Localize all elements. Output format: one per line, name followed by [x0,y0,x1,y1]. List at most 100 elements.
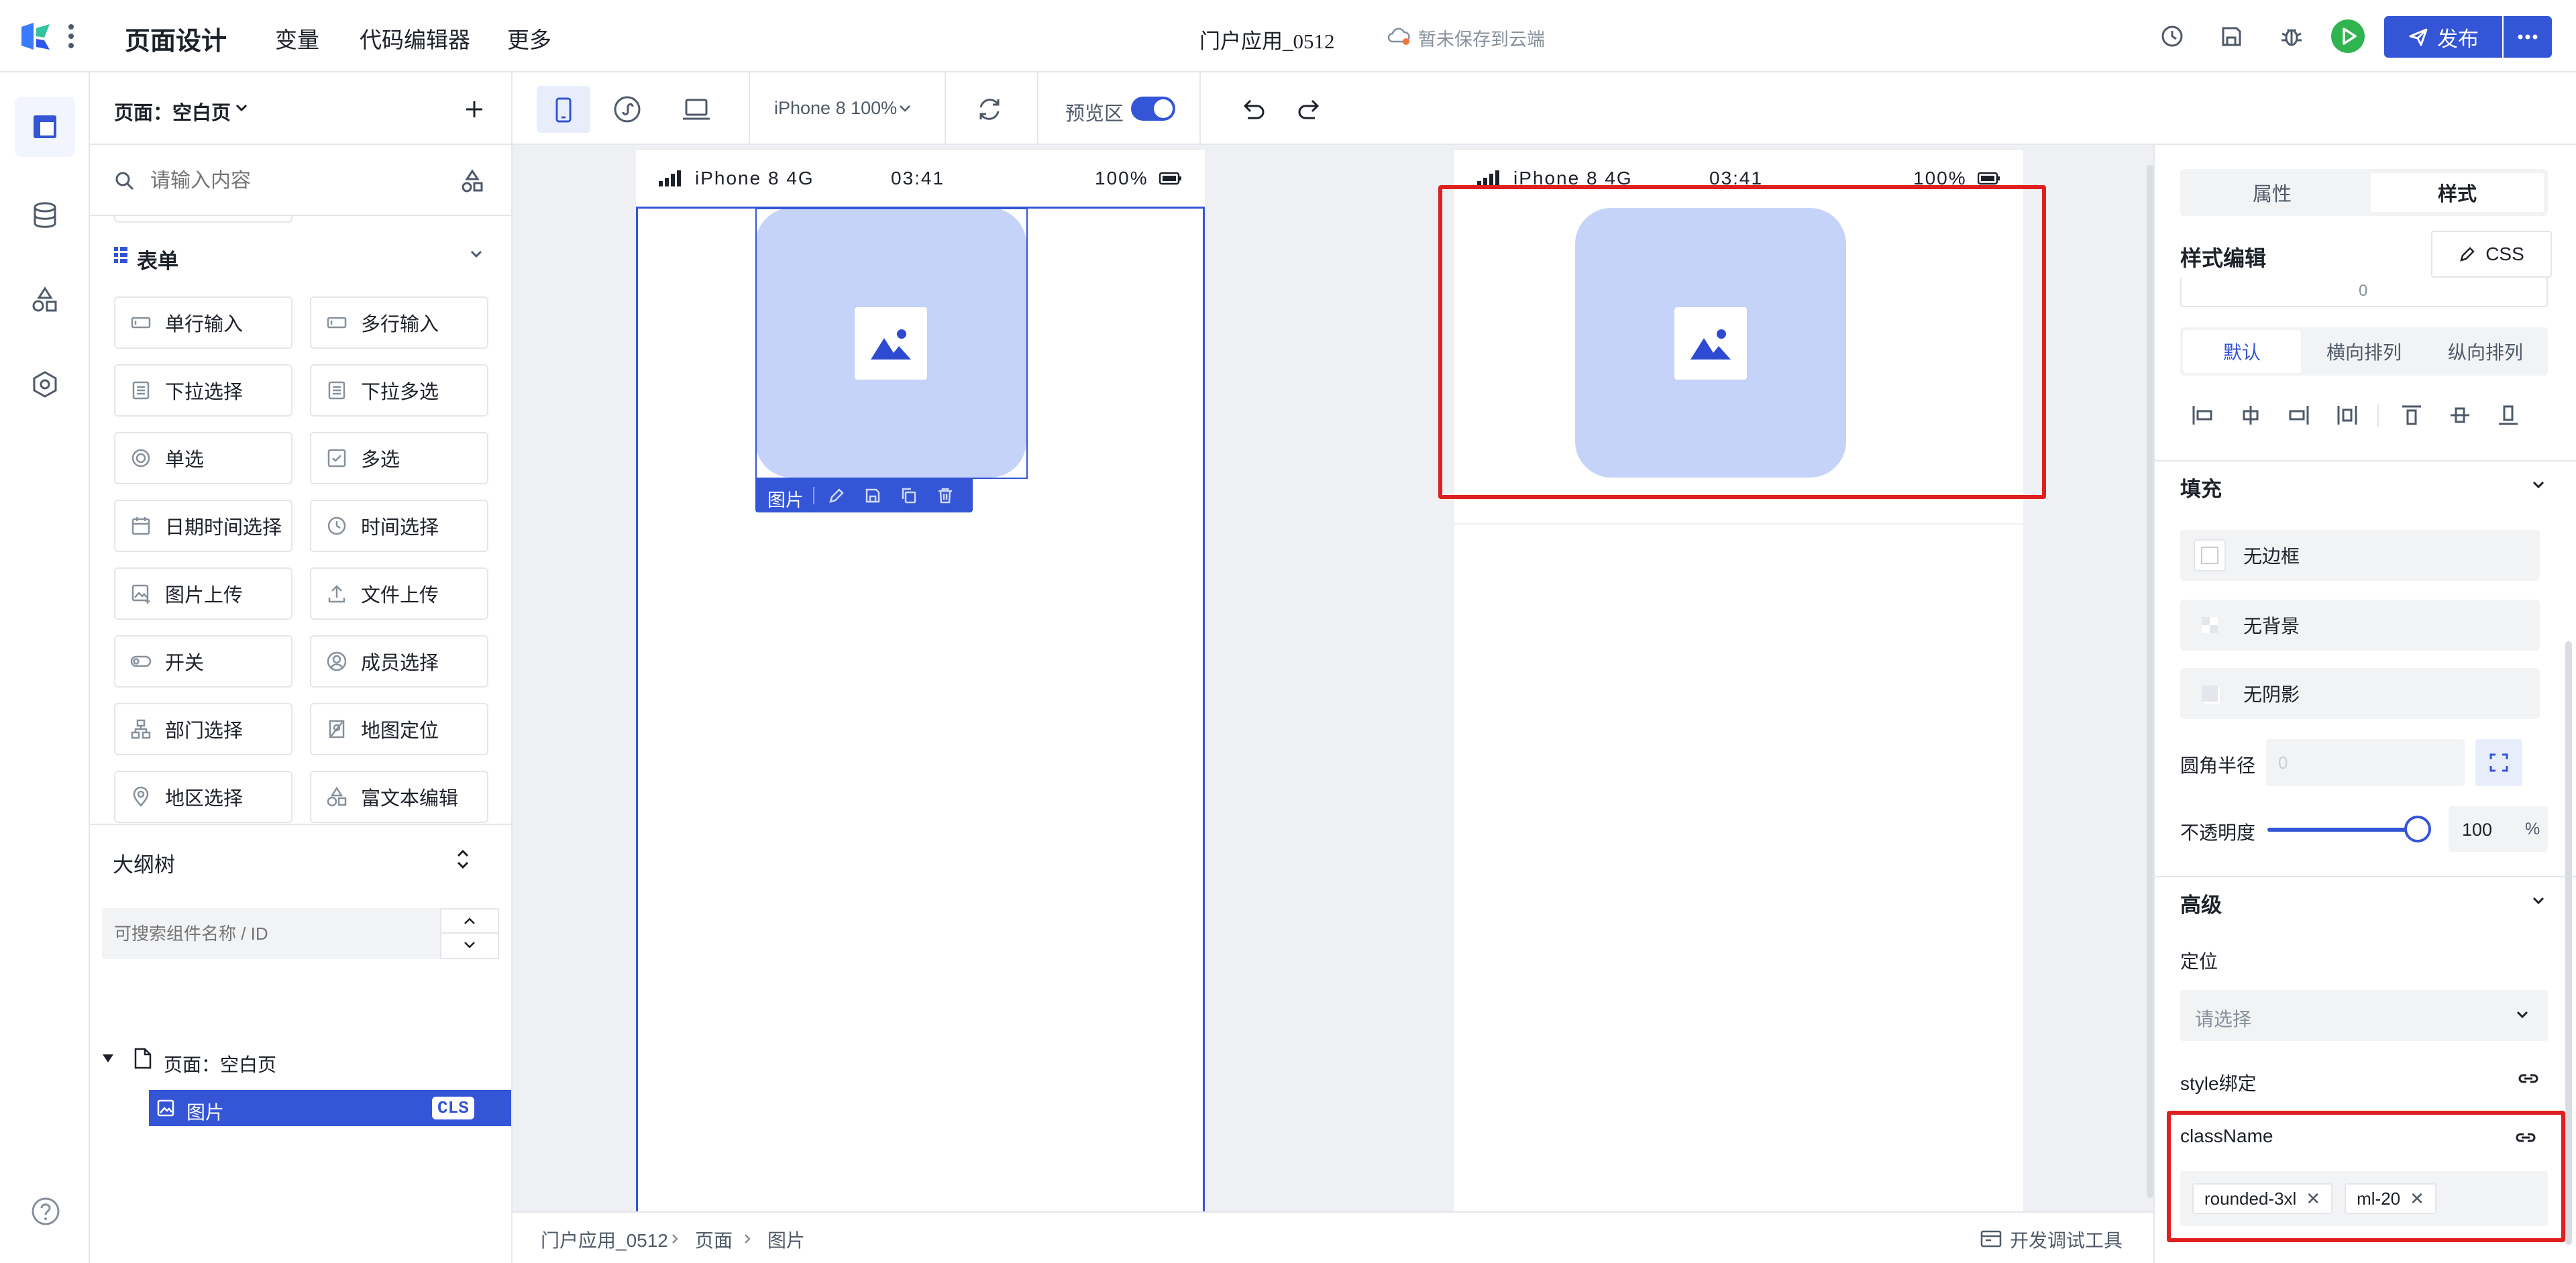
editor-phone[interactable]: iPhone 8 4G 03:41 100% 图片 [636,150,1205,1215]
fill-section-title[interactable]: 填充 [2180,472,2222,502]
nav-variables[interactable]: 变量 [275,22,319,54]
save-icon[interactable] [2218,23,2245,50]
help-icon[interactable] [31,1197,60,1226]
tree-caret-down-icon[interactable] [102,1053,114,1064]
component-member-select[interactable]: 成员选择 [310,635,488,688]
component-map-location[interactable]: 地图定位 [310,703,488,755]
link-icon[interactable] [2517,1070,2540,1087]
expand-collapse-icon[interactable] [455,848,471,871]
preview-toggle[interactable] [1131,97,1175,121]
devtools-button[interactable]: 开发调试工具 [2010,1226,2123,1253]
device-mobile-button[interactable] [537,86,590,133]
layout-horizontal[interactable]: 横向排列 [2305,330,2423,373]
redo-icon[interactable] [1296,97,1323,121]
layout-vertical[interactable]: 纵向排列 [2426,330,2545,373]
fill-border[interactable]: 无边框 [2180,530,2540,581]
component-datetime[interactable]: 日期时间选择 [114,500,292,552]
distribute-horizontal-icon[interactable] [2336,404,2359,427]
opacity-input[interactable]: 100 % [2449,806,2548,852]
delete-icon[interactable] [936,487,954,504]
chevron-down-icon[interactable] [899,105,911,113]
org-chart-icon [131,719,151,739]
bug-icon[interactable] [2278,23,2305,50]
breadcrumb-image[interactable]: 图片 [767,1226,805,1253]
components-icon[interactable] [31,286,59,314]
tab-properties[interactable]: 属性 [2180,169,2364,216]
search-input[interactable] [150,165,432,197]
opacity-slider-track[interactable] [2267,828,2416,832]
align-left-icon[interactable] [2191,404,2214,427]
edit-icon[interactable] [828,487,845,504]
chevron-down-icon[interactable] [235,103,248,113]
component-dropdown-select[interactable]: 下拉选择 [114,364,292,417]
outline-search-input[interactable] [114,918,429,950]
page-selector[interactable]: 页面：空白页 [114,97,231,125]
tree-page-node[interactable]: 页面：空白页 [164,1050,276,1077]
component-region-select[interactable]: 地区选择 [114,771,292,823]
canvas-scrollbar[interactable] [2147,165,2153,1198]
step-down-button[interactable] [441,934,498,958]
bottom-bar: 门户应用_0512 页面 图片 开发调试工具 [513,1211,2153,1263]
form-section-title[interactable]: 表单 [137,244,178,274]
component-single-input[interactable]: 单行输入 [114,296,292,349]
layout-default[interactable]: 默认 [2183,330,2301,373]
database-icon[interactable] [31,201,59,229]
rail-pages-button[interactable] [15,97,75,157]
component-radio[interactable]: 单选 [114,432,292,484]
fill-shadow[interactable]: 无阴影 [2180,668,2540,719]
opacity-slider-handle[interactable] [2404,816,2431,842]
component-multi-input[interactable]: 多行输入 [310,296,488,349]
align-center-icon[interactable] [2239,404,2262,427]
component-time[interactable]: 时间选择 [310,500,488,552]
history-icon[interactable] [2159,23,2186,50]
align-right-icon[interactable] [2288,404,2310,427]
publish-more-button[interactable] [2504,16,2552,58]
step-up-button[interactable] [441,910,498,934]
collapse-chevron-icon[interactable] [470,250,483,259]
component-image-upload[interactable]: 图片上传 [114,567,292,620]
chevron-down-icon [464,942,475,948]
component-department-select[interactable]: 部门选择 [114,703,292,755]
tree-image-node[interactable]: 图片 CLS [149,1090,511,1126]
component-checkbox[interactable]: 多选 [310,432,488,484]
refresh-icon[interactable] [975,95,1004,123]
component-library-icon[interactable] [460,169,484,193]
device-select[interactable]: iPhone 8 100% [774,98,897,119]
radius-corner-toggle[interactable] [2475,739,2522,786]
run-button[interactable] [2330,19,2365,54]
breadcrumb-page[interactable]: 页面 [695,1226,733,1253]
copy-icon[interactable] [900,487,918,504]
position-select[interactable]: 请选择 [2180,990,2548,1041]
tab-style[interactable]: 样式 [2371,173,2544,212]
more-vertical-icon[interactable] [67,21,75,51]
save-icon[interactable] [864,487,881,504]
chevron-down-icon[interactable] [2532,480,2545,490]
page-title: 页面设计 [125,28,227,56]
app-logo[interactable] [17,20,55,52]
align-top-icon[interactable] [2400,404,2423,427]
fill-background[interactable]: 无背景 [2180,600,2540,651]
radius-input[interactable]: 0 [2266,739,2465,786]
device-miniapp-button[interactable] [613,95,641,123]
plugin-icon[interactable] [31,370,59,398]
breadcrumb-app[interactable]: 门户应用_0512 [541,1226,668,1253]
component-file-upload[interactable]: 文件上传 [310,567,488,620]
add-page-icon[interactable] [464,99,484,119]
component-switch[interactable]: 开关 [114,635,292,688]
nav-more[interactable]: 更多 [507,22,551,54]
nav-code-editor[interactable]: 代码编辑器 [360,22,470,54]
radius-label: 圆角半径 [2180,755,2256,776]
right-panel-scrollbar[interactable] [2565,641,2572,1245]
component-rich-text[interactable]: 富文本编辑 [310,771,488,823]
component-dropdown-multi[interactable]: 下拉多选 [310,364,488,417]
advanced-section-title[interactable]: 高级 [2180,888,2222,918]
image-upload-icon [131,584,150,604]
device-desktop-button[interactable] [682,97,711,122]
css-button[interactable]: CSS [2431,231,2552,278]
chevron-down-icon[interactable] [2532,896,2545,905]
undo-icon[interactable] [1240,97,1267,121]
align-bottom-icon[interactable] [2497,404,2520,427]
align-middle-icon[interactable] [2449,404,2471,427]
publish-button[interactable]: 发布 [2384,16,2502,58]
clock-icon [327,516,346,535]
